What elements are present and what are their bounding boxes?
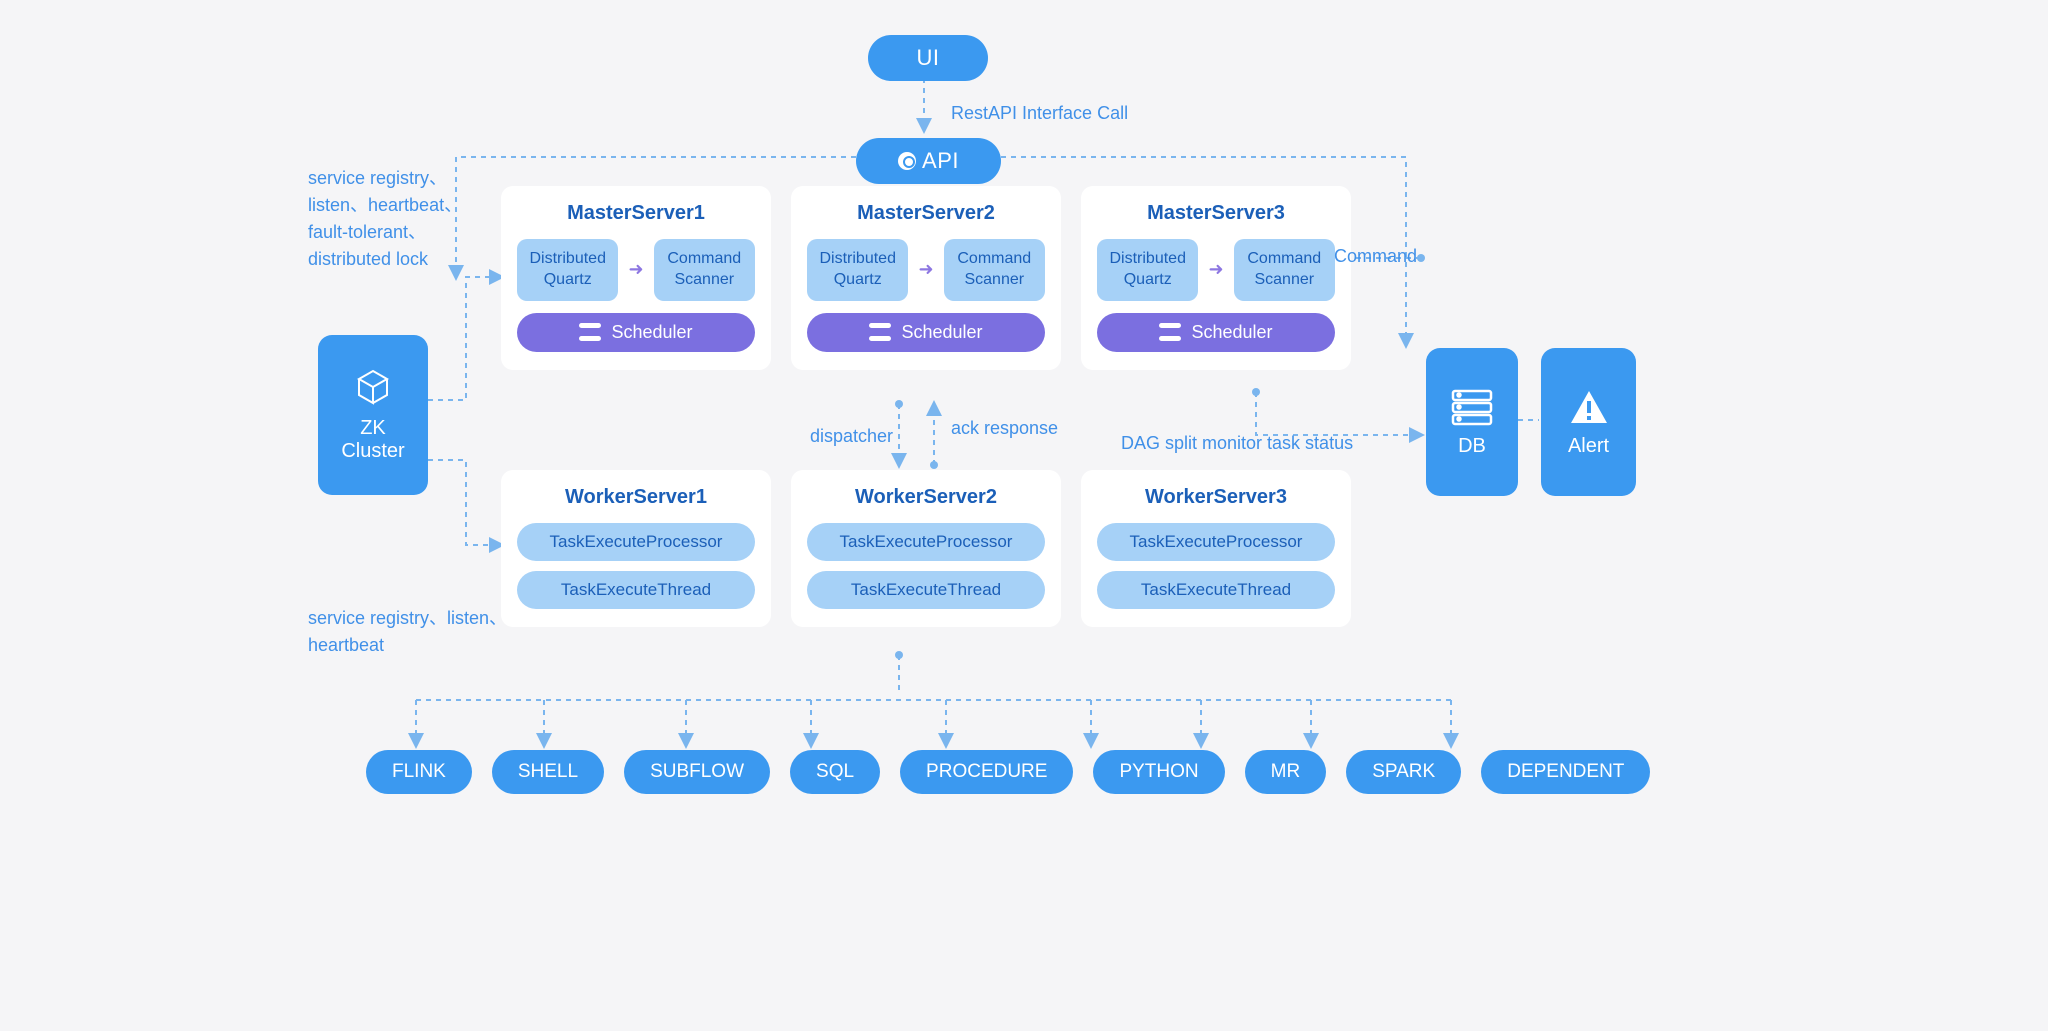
command-label: Command bbox=[1334, 243, 1417, 270]
zk-label-1: ZK bbox=[360, 417, 386, 440]
task-type-mr: MR bbox=[1245, 750, 1327, 794]
api-icon bbox=[898, 152, 916, 170]
ui-node: UI bbox=[868, 35, 988, 81]
ack-response-label: ack response bbox=[951, 415, 1061, 442]
alert-node: Alert bbox=[1541, 348, 1636, 496]
distributed-quartz-box: Distributed Quartz bbox=[517, 239, 618, 301]
task-type-spark: SPARK bbox=[1346, 750, 1461, 794]
ui-label: UI bbox=[917, 45, 940, 71]
server-icon bbox=[1449, 387, 1495, 427]
master-title: MasterServer1 bbox=[517, 202, 755, 225]
scheduler-box: Scheduler bbox=[1097, 313, 1335, 352]
api-label: API bbox=[922, 148, 959, 174]
task-type-dependent: DEPENDENT bbox=[1481, 750, 1650, 794]
zk-cluster-node: ZK Cluster bbox=[318, 335, 428, 495]
task-type-shell: SHELL bbox=[492, 750, 604, 794]
scheduler-icon bbox=[579, 323, 601, 341]
task-type-subflow: SUBFLOW bbox=[624, 750, 770, 794]
task-execute-processor: TaskExecuteProcessor bbox=[1097, 523, 1335, 561]
master-title: MasterServer3 bbox=[1097, 202, 1335, 225]
command-scanner-box: Command Scanner bbox=[654, 239, 755, 301]
master-server-1: MasterServer1 Distributed Quartz ➜ Comma… bbox=[501, 186, 771, 370]
distributed-quartz-box: Distributed Quartz bbox=[807, 239, 908, 301]
architecture-diagram: UI API RestAPI Interface Call service re… bbox=[256, 40, 1792, 860]
scheduler-box: Scheduler bbox=[517, 313, 755, 352]
scheduler-label: Scheduler bbox=[611, 322, 692, 343]
worker-title: WorkerServer3 bbox=[1097, 486, 1335, 509]
db-label: DB bbox=[1458, 435, 1486, 458]
arrow-icon: ➜ bbox=[918, 259, 933, 280]
arrow-icon: ➜ bbox=[1208, 259, 1223, 280]
task-execute-thread: TaskExecuteThread bbox=[517, 571, 755, 609]
alert-icon bbox=[1569, 387, 1609, 427]
db-node: DB bbox=[1426, 348, 1518, 496]
worker-servers-row: WorkerServer1 TaskExecuteProcessor TaskE… bbox=[501, 470, 1351, 627]
task-execute-processor: TaskExecuteProcessor bbox=[517, 523, 755, 561]
master-servers-row: MasterServer1 Distributed Quartz ➜ Comma… bbox=[501, 186, 1351, 370]
worker-title: WorkerServer2 bbox=[807, 486, 1045, 509]
task-type-sql: SQL bbox=[790, 750, 880, 794]
zk-annotation-upper: service registry、listen、heartbeat、fault-… bbox=[308, 165, 468, 273]
scheduler-icon bbox=[869, 323, 891, 341]
distributed-quartz-box: Distributed Quartz bbox=[1097, 239, 1198, 301]
cube-icon bbox=[353, 367, 393, 407]
command-scanner-box: Command Scanner bbox=[944, 239, 1045, 301]
master-title: MasterServer2 bbox=[807, 202, 1045, 225]
task-type-flink: FLINK bbox=[366, 750, 472, 794]
api-call-label: RestAPI Interface Call bbox=[951, 100, 1128, 127]
command-scanner-box: Command Scanner bbox=[1234, 239, 1335, 301]
worker-server-1: WorkerServer1 TaskExecuteProcessor TaskE… bbox=[501, 470, 771, 627]
worker-title: WorkerServer1 bbox=[517, 486, 755, 509]
zk-label-2: Cluster bbox=[341, 440, 404, 463]
api-node: API bbox=[856, 138, 1001, 184]
dag-split-label: DAG split monitor task status bbox=[1121, 430, 1353, 457]
scheduler-box: Scheduler bbox=[807, 313, 1045, 352]
task-execute-processor: TaskExecuteProcessor bbox=[807, 523, 1045, 561]
task-execute-thread: TaskExecuteThread bbox=[807, 571, 1045, 609]
task-types-row: FLINK SHELL SUBFLOW SQL PROCEDURE PYTHON… bbox=[366, 750, 1650, 794]
task-execute-thread: TaskExecuteThread bbox=[1097, 571, 1335, 609]
task-type-procedure: PROCEDURE bbox=[900, 750, 1073, 794]
master-server-3: MasterServer3 Distributed Quartz ➜ Comma… bbox=[1081, 186, 1351, 370]
worker-server-3: WorkerServer3 TaskExecuteProcessor TaskE… bbox=[1081, 470, 1351, 627]
zk-annotation-lower: service registry、listen、heartbeat bbox=[308, 605, 508, 659]
worker-server-2: WorkerServer2 TaskExecuteProcessor TaskE… bbox=[791, 470, 1061, 627]
scheduler-label: Scheduler bbox=[1191, 322, 1272, 343]
scheduler-icon bbox=[1159, 323, 1181, 341]
arrow-icon: ➜ bbox=[628, 259, 643, 280]
task-type-python: PYTHON bbox=[1093, 750, 1224, 794]
alert-label: Alert bbox=[1568, 435, 1609, 458]
scheduler-label: Scheduler bbox=[901, 322, 982, 343]
master-server-2: MasterServer2 Distributed Quartz ➜ Comma… bbox=[791, 186, 1061, 370]
dispatcher-label: dispatcher bbox=[810, 423, 893, 450]
